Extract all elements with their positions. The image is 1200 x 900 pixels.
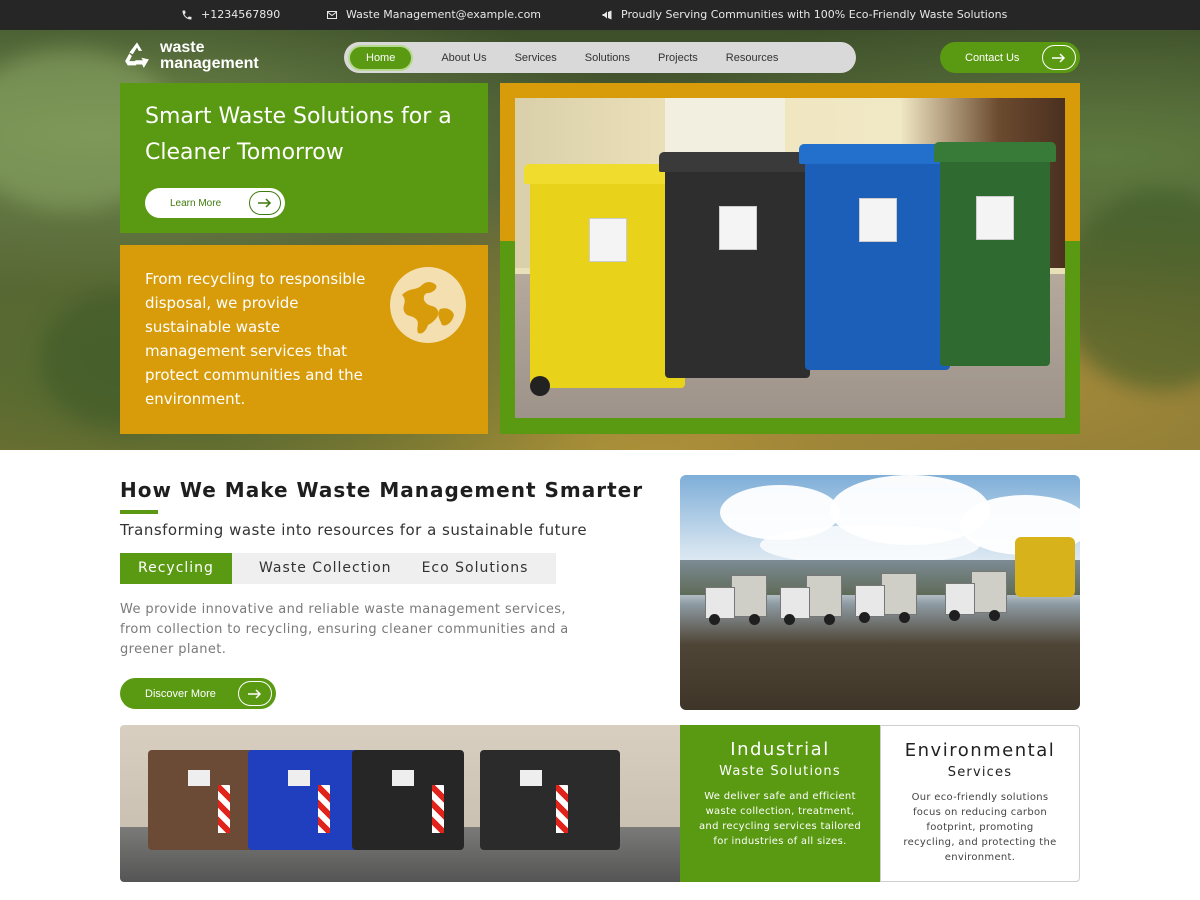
nav-services[interactable]: Services xyxy=(501,45,571,71)
topbar-announcement: Proudly Serving Communities with 100% Ec… xyxy=(601,8,1007,21)
bg-foliage xyxy=(1060,190,1200,390)
main-nav: Home About Us Services Solutions Project… xyxy=(344,42,856,73)
title-underline xyxy=(120,510,158,514)
hero-description-panel: From recycling to responsible disposal, … xyxy=(120,245,488,434)
green-bin xyxy=(934,142,1056,366)
topbar-phone[interactable]: +1234567890 xyxy=(181,8,280,21)
email-text: Waste Management@example.com xyxy=(346,8,542,21)
phone-text: +1234567890 xyxy=(201,8,281,21)
contact-us-button[interactable]: Contact Us xyxy=(940,42,1080,73)
environmental-card[interactable]: Environmental Services Our eco-friendly … xyxy=(880,725,1080,882)
tab-waste-collection[interactable]: Waste Collection xyxy=(244,553,407,584)
mail-icon xyxy=(327,10,337,19)
hero-section: waste management Home About Us Services … xyxy=(0,30,1200,450)
globe-icon xyxy=(390,267,466,343)
phone-icon xyxy=(182,10,192,19)
industrial-title: Industrial xyxy=(730,739,830,760)
arrow-right-icon xyxy=(249,191,281,215)
garbage-trucks-photo xyxy=(680,475,1080,710)
nav-about[interactable]: About Us xyxy=(427,45,500,71)
nav-projects[interactable]: Projects xyxy=(644,45,712,71)
megaphone-icon xyxy=(602,10,612,19)
section-subtitle: Transforming waste into resources for a … xyxy=(120,521,588,539)
industrial-card[interactable]: Industrial Waste Solutions We deliver sa… xyxy=(680,725,880,882)
contact-us-label: Contact Us xyxy=(965,51,1020,64)
tab-recycling[interactable]: Recycling xyxy=(120,553,232,584)
top-info-bar: +1234567890 Waste Management@example.com… xyxy=(0,0,1200,30)
hero-title-panel: Smart Waste Solutions for a Cleaner Tomo… xyxy=(120,83,488,233)
blue-bin xyxy=(799,144,956,370)
industrial-subtitle: Waste Solutions xyxy=(719,764,841,779)
street-containers-photo xyxy=(120,725,680,882)
learn-more-button[interactable]: Learn More xyxy=(145,188,285,218)
brand-line1: waste xyxy=(160,39,205,56)
announcement-text: Proudly Serving Communities with 100% Ec… xyxy=(621,8,1008,21)
section-title: How We Make Waste Management Smarter xyxy=(120,478,644,502)
arrow-right-icon xyxy=(1042,45,1076,70)
service-tabs: Recycling Waste Collection Eco Solutions xyxy=(120,553,556,584)
brand-line2: management xyxy=(160,55,259,72)
hero-description: From recycling to responsible disposal, … xyxy=(145,270,366,408)
black-bin xyxy=(659,152,816,378)
environmental-text: Our eco-friendly solutions focus on redu… xyxy=(903,792,1057,863)
environmental-title: Environmental xyxy=(904,740,1056,761)
discover-more-button[interactable]: Discover More xyxy=(120,678,276,709)
yellow-bin xyxy=(524,164,691,396)
environmental-subtitle: Services xyxy=(947,765,1013,780)
hero-title: Smart Waste Solutions for a Cleaner Tomo… xyxy=(145,104,452,165)
learn-more-label: Learn More xyxy=(170,197,222,209)
arrow-right-icon xyxy=(238,681,272,706)
industrial-text: We deliver safe and efficient waste coll… xyxy=(699,791,861,847)
discover-more-label: Discover More xyxy=(145,687,216,700)
tab-eco-solutions[interactable]: Eco Solutions xyxy=(407,553,544,584)
brand-logo[interactable]: waste management xyxy=(120,39,259,73)
section-body-text: We provide innovative and reliable waste… xyxy=(120,602,569,657)
nav-home[interactable]: Home xyxy=(348,44,414,71)
recycle-logo-icon xyxy=(125,42,149,68)
nav-solutions[interactable]: Solutions xyxy=(571,45,644,71)
hero-bins-photo xyxy=(515,98,1065,418)
topbar-email[interactable]: Waste Management@example.com xyxy=(326,8,541,21)
nav-resources[interactable]: Resources xyxy=(712,45,793,71)
hero-image-frame xyxy=(500,83,1080,434)
